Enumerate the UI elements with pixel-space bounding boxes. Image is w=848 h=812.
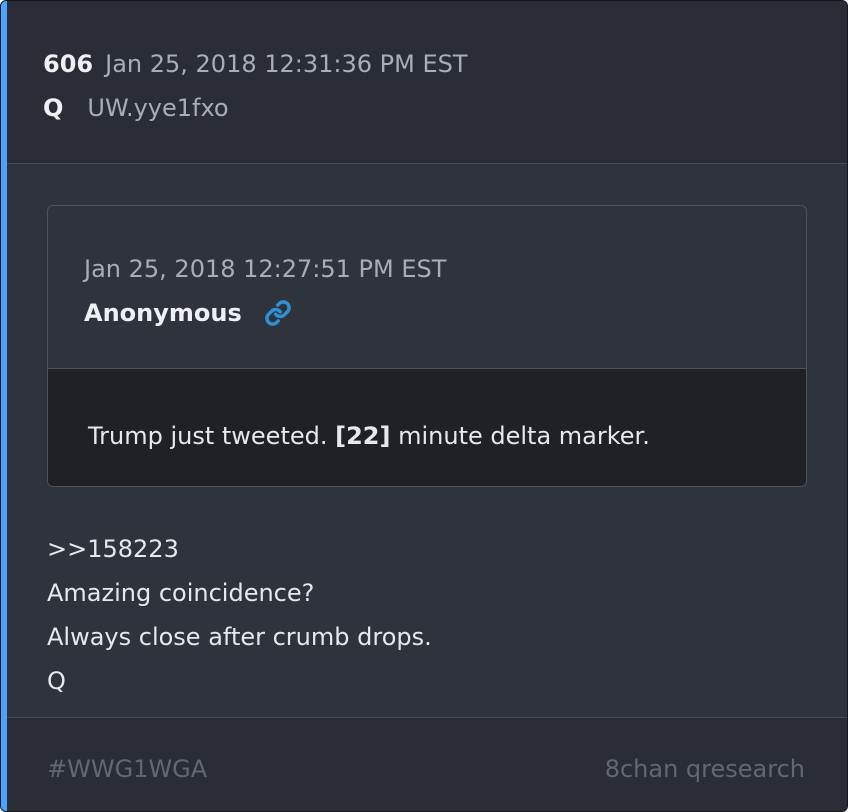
quoted-post-author-row: Anonymous — [84, 296, 292, 330]
quoted-post-body: Trump just tweeted. [22] minute delta ma… — [48, 369, 806, 486]
post-source: 8chan qresearch — [604, 755, 805, 783]
quoted-text-end: minute delta marker. — [390, 422, 650, 450]
link-icon[interactable] — [264, 299, 292, 327]
quoted-text-start: Trump just tweeted. — [88, 422, 336, 450]
quoted-post-author: Anonymous — [84, 299, 242, 327]
post-tripcode: UW.yye1fxo — [87, 94, 229, 122]
quoted-post: Jan 25, 2018 12:27:51 PM EST Anonymous T… — [47, 205, 807, 487]
post-timestamp: Jan 25, 2018 12:31:36 PM EST — [105, 50, 468, 78]
post-card: 606 Jan 25, 2018 12:31:36 PM EST Q UW.yye1… — [0, 0, 848, 812]
post-header: 606 Jan 25, 2018 12:31:36 PM EST Q UW.yye1… — [7, 1, 847, 164]
quoted-text-bold: [22] — [335, 422, 391, 450]
post-body-line: Always close after crumb drops. — [47, 623, 432, 651]
quoted-post-timestamp: Jan 25, 2018 12:27:51 PM EST — [84, 255, 447, 283]
quoted-post-text: Trump just tweeted. [22] minute delta ma… — [88, 419, 650, 453]
post-signature: Q — [47, 667, 66, 695]
post-body-line: Amazing coincidence? — [47, 579, 315, 607]
post-author-row: Q UW.yye1fxo — [43, 91, 229, 125]
post-body: >>158223 Amazing coincidence? Always clo… — [47, 527, 432, 703]
post-meta: 606 Jan 25, 2018 12:31:36 PM EST — [43, 47, 468, 81]
post-number[interactable]: 606 — [43, 50, 93, 78]
post-author: Q — [43, 94, 64, 122]
hashtag: #WWG1WGA — [47, 755, 208, 783]
post-footer: #WWG1WGA 8chan qresearch — [7, 717, 847, 811]
post-reference-link[interactable]: >>158223 — [47, 527, 432, 571]
quoted-post-header: Jan 25, 2018 12:27:51 PM EST Anonymous — [48, 206, 806, 369]
